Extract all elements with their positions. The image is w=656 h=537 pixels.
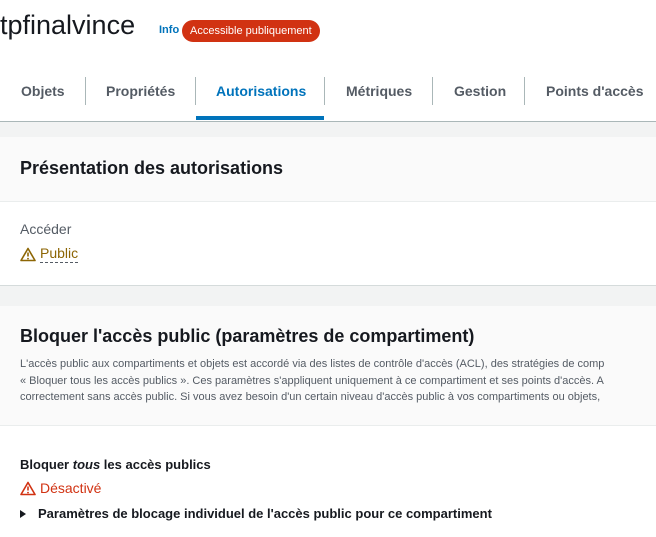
tab-objects[interactable]: Objets xyxy=(21,62,65,121)
active-tab-indicator xyxy=(196,116,324,120)
block-public-access-title: Bloquer l'accès public (paramètres de co… xyxy=(20,326,475,346)
caret-right-icon xyxy=(20,509,26,518)
individual-settings-expander[interactable]: Paramètres de blocage individuel de l'ac… xyxy=(20,506,492,521)
access-status-value: Public xyxy=(40,245,79,263)
panel-header: Présentation des autorisations xyxy=(0,137,656,202)
error-triangle-icon xyxy=(20,481,36,495)
tab-metrics[interactable]: Métriques xyxy=(346,62,412,121)
block-all-public-access-label: Bloquer tous les accès publics xyxy=(20,457,211,472)
access-status[interactable]: Public xyxy=(20,245,79,263)
tab-management[interactable]: Gestion xyxy=(454,62,506,121)
tab-divider xyxy=(524,77,525,105)
block-public-access-description: L'accès public aux compartiments et obje… xyxy=(20,356,656,406)
bucket-name: tpfinalvince xyxy=(0,10,136,40)
label-suffix: les accès publics xyxy=(100,457,211,472)
block-all-status: Désactivé xyxy=(20,480,101,496)
label-prefix: Bloquer xyxy=(20,457,73,472)
tab-divider xyxy=(85,77,86,105)
permissions-overview-panel: Présentation des autorisations Accéder P… xyxy=(0,137,656,286)
description-line: « Bloquer tous les accès publics ». Ces … xyxy=(20,374,604,387)
tab-bar: Objets Propriétés Autorisations Métrique… xyxy=(0,62,656,122)
description-line: correctement sans accès public. Si vous … xyxy=(20,391,601,403)
label-emphasis: tous xyxy=(72,457,101,472)
description-line: L'accès public aux compartiments et obje… xyxy=(20,358,605,370)
block-public-access-panel: Bloquer l'accès public (paramètres de co… xyxy=(0,306,656,537)
permissions-overview-title: Présentation des autorisations xyxy=(20,158,284,178)
bucket-header: tpfinalvince Info Accessible publiquemen… xyxy=(0,0,656,62)
tab-divider xyxy=(432,77,433,105)
expander-label: Paramètres de blocage individuel de l'ac… xyxy=(38,506,492,521)
tab-permissions[interactable]: Autorisations xyxy=(216,62,306,121)
access-label: Accéder xyxy=(20,221,72,237)
tab-divider xyxy=(324,77,325,105)
tab-properties[interactable]: Propriétés xyxy=(106,62,175,121)
public-access-badge: Accessible publiquement xyxy=(182,20,320,42)
block-all-status-value: Désactivé xyxy=(40,480,102,496)
warning-triangle-icon xyxy=(20,247,36,261)
info-link[interactable]: Info xyxy=(159,24,179,36)
tab-access-points[interactable]: Points d'accès xyxy=(546,62,643,121)
panel-header: Bloquer l'accès public (paramètres de co… xyxy=(0,306,656,426)
tab-divider xyxy=(195,77,196,105)
